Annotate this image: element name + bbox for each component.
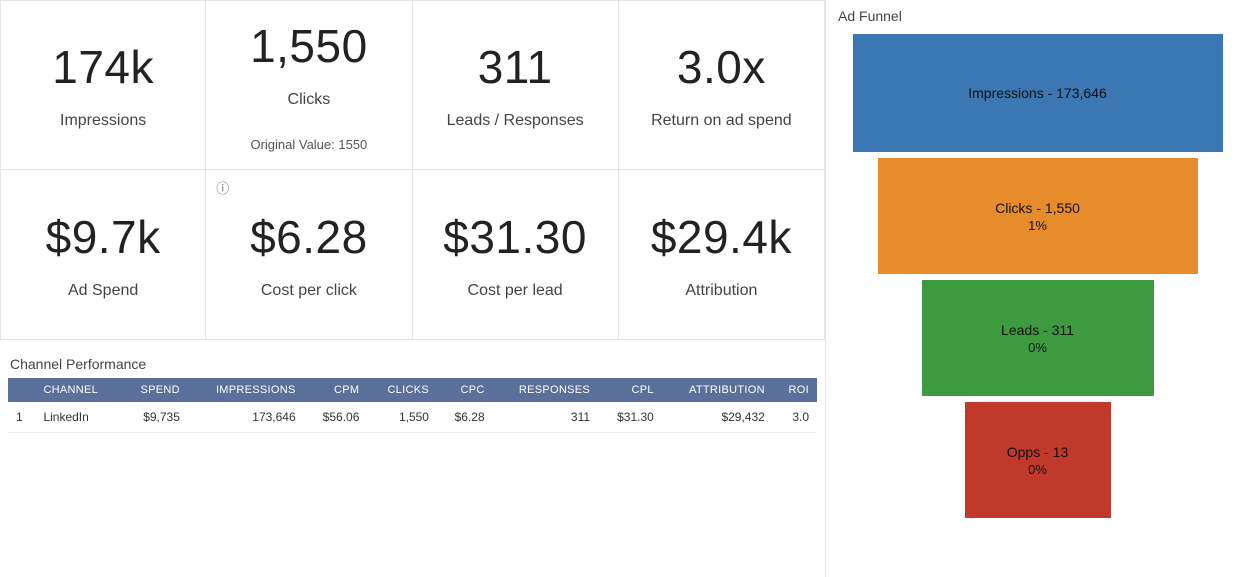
metric-label: Attribution [685,282,757,300]
col-cpl[interactable]: CPL [598,378,662,402]
col-clicks[interactable]: CLICKS [367,378,437,402]
col-impressions[interactable]: IMPRESSIONS [188,378,304,402]
metric-label: Ad Spend [68,282,138,300]
funnel-step-opps[interactable]: Opps - 13 0% [965,402,1111,518]
col-idx[interactable] [8,378,35,402]
metric-value: $6.28 [250,210,368,264]
metric-value: 3.0x [677,40,766,94]
cell-clicks: 1,550 [367,402,437,433]
funnel-step-label: Opps - 13 [1007,444,1068,460]
cell-impressions: 173,646 [188,402,304,433]
col-channel[interactable]: CHANNEL [35,378,120,402]
metric-label: Return on ad spend [651,112,792,130]
cell-spend: $9,735 [121,402,188,433]
cell-cpc: $6.28 [437,402,493,433]
funnel-step-impressions[interactable]: Impressions - 173,646 [853,34,1223,152]
cell-cpm: $56.06 [304,402,368,433]
funnel-step-leads[interactable]: Leads - 311 0% [922,280,1154,396]
funnel-step-rate: 0% [1028,462,1047,477]
metric-label: Cost per lead [468,282,563,300]
ad-funnel-chart: Impressions - 173,646 Clicks - 1,550 1% … [838,34,1237,524]
metric-value: $31.30 [443,210,587,264]
metric-label: Cost per click [261,282,357,300]
col-cpm[interactable]: CPM [304,378,368,402]
funnel-step-clicks[interactable]: Clicks - 1,550 1% [878,158,1198,274]
funnel-step-label: Leads - 311 [1001,322,1074,338]
metric-card-ad-spend: $9.7k Ad Spend [0,170,206,340]
info-icon[interactable]: ⓘ [216,178,229,197]
metric-value: 1,550 [250,19,368,73]
metric-label: Leads / Responses [447,112,584,130]
metric-sublabel: Original Value: 1550 [250,137,367,152]
cell-channel: LinkedIn [35,402,120,433]
metric-card-attribution: $29.4k Attribution [619,170,825,340]
col-spend[interactable]: SPEND [121,378,188,402]
cell-responses: 311 [493,402,598,433]
channel-performance-title: Channel Performance [10,356,815,372]
funnel-step-rate: 0% [1028,340,1047,355]
metric-card-roas: 3.0x Return on ad spend [619,0,825,170]
metric-label: Impressions [60,112,146,130]
metric-card-impressions: 174k Impressions [0,0,206,170]
funnel-step-rate: 1% [1028,218,1047,233]
metric-value: 174k [52,40,154,94]
metric-value: 311 [478,40,553,94]
cell-roi: 3.0 [773,402,817,433]
col-roi[interactable]: ROI [773,378,817,402]
ad-funnel-title: Ad Funnel [838,8,1237,24]
metric-label: Clicks [288,91,331,109]
ad-funnel-panel: Ad Funnel Impressions - 173,646 Clicks -… [825,0,1249,577]
funnel-step-label: Impressions - 173,646 [968,85,1107,101]
funnel-step-label: Clicks - 1,550 [995,200,1080,216]
metric-value: $29.4k [651,210,792,264]
table-row[interactable]: 1 LinkedIn $9,735 173,646 $56.06 1,550 $… [8,402,817,433]
metric-card-cpl: $31.30 Cost per lead [413,170,619,340]
col-attribution[interactable]: ATTRIBUTION [662,378,773,402]
channel-performance-table: CHANNEL SPEND IMPRESSIONS CPM CLICKS CPC… [8,378,817,433]
metric-card-leads: 311 Leads / Responses [413,0,619,170]
col-responses[interactable]: RESPONSES [493,378,598,402]
metric-card-clicks: 1,550 Clicks Original Value: 1550 [206,0,412,170]
cell-cpl: $31.30 [598,402,662,433]
metric-card-cpc: ⓘ $6.28 Cost per click [206,170,412,340]
table-header-row: CHANNEL SPEND IMPRESSIONS CPM CLICKS CPC… [8,378,817,402]
metric-value: $9.7k [46,210,161,264]
metrics-grid: 174k Impressions 1,550 Clicks Original V… [0,0,825,340]
cell-attribution: $29,432 [662,402,773,433]
channel-performance-section: Channel Performance CHANNEL SPEND IMPRES… [0,340,825,443]
cell-idx: 1 [8,402,35,433]
col-cpc[interactable]: CPC [437,378,493,402]
